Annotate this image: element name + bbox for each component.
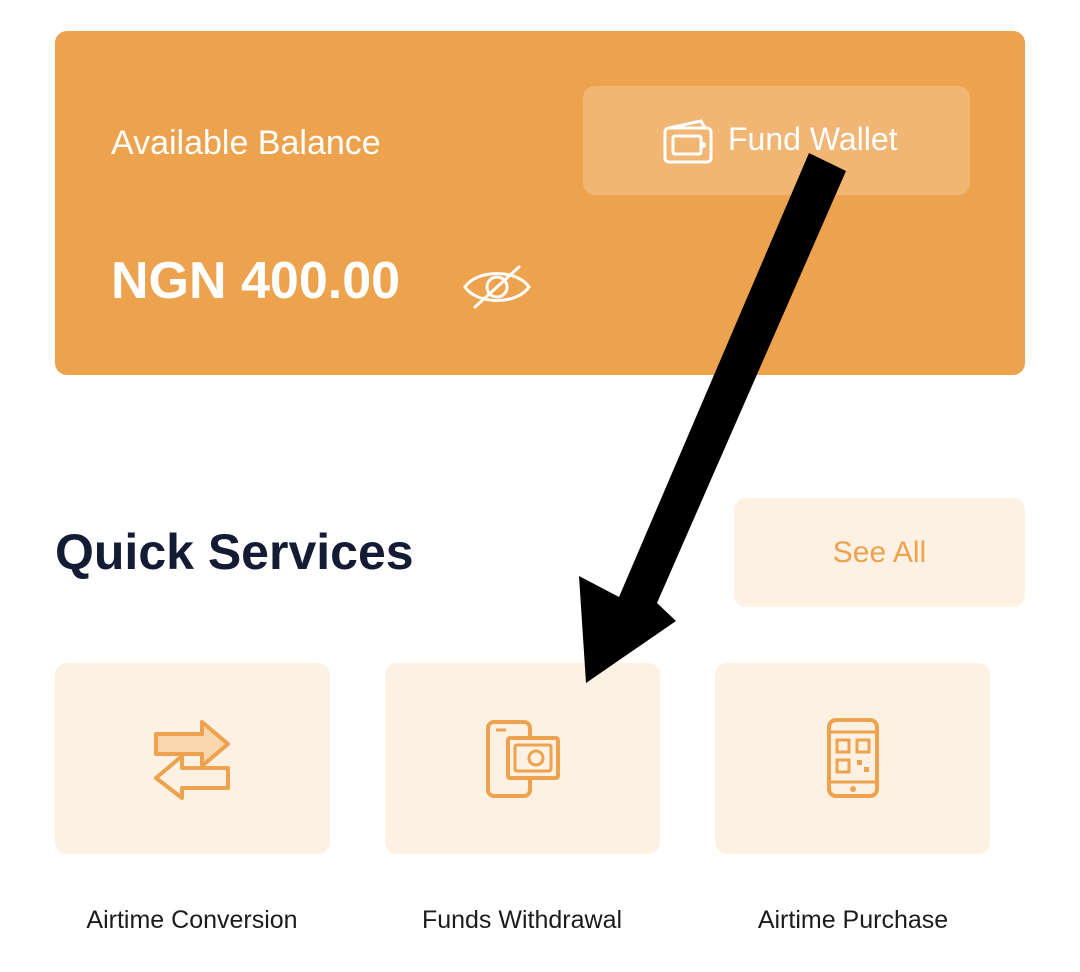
see-all-button[interactable]: See All bbox=[734, 498, 1025, 607]
service-tile-airtime-purchase[interactable] bbox=[715, 663, 990, 854]
fund-wallet-button[interactable]: Fund Wallet bbox=[583, 86, 970, 195]
service-label-airtime-purchase: Airtime Purchase bbox=[757, 906, 949, 934]
phone-qr-icon bbox=[827, 718, 879, 798]
balance-amount: NGN 400.00 bbox=[111, 252, 401, 310]
service-label-airtime-conversion: Airtime Conversion bbox=[86, 906, 298, 934]
quick-services-title: Quick Services bbox=[55, 524, 414, 580]
exchange-arrows-icon bbox=[154, 720, 230, 800]
wallet-icon bbox=[663, 119, 713, 164]
phone-cash-icon bbox=[486, 720, 560, 798]
service-tile-airtime-conversion[interactable] bbox=[55, 663, 330, 854]
service-tile-funds-withdrawal[interactable] bbox=[385, 663, 660, 854]
available-balance-label: Available Balance bbox=[111, 124, 381, 162]
service-label-funds-withdrawal: Funds Withdrawal bbox=[421, 906, 623, 934]
balance-card: Available Balance NGN 400.00 Fund Wallet bbox=[55, 31, 1025, 375]
wallet-home-screen: Available Balance NGN 400.00 Fund Wallet… bbox=[0, 0, 1080, 972]
fund-wallet-label: Fund Wallet bbox=[728, 121, 898, 157]
eye-slash-icon[interactable] bbox=[461, 263, 533, 311]
